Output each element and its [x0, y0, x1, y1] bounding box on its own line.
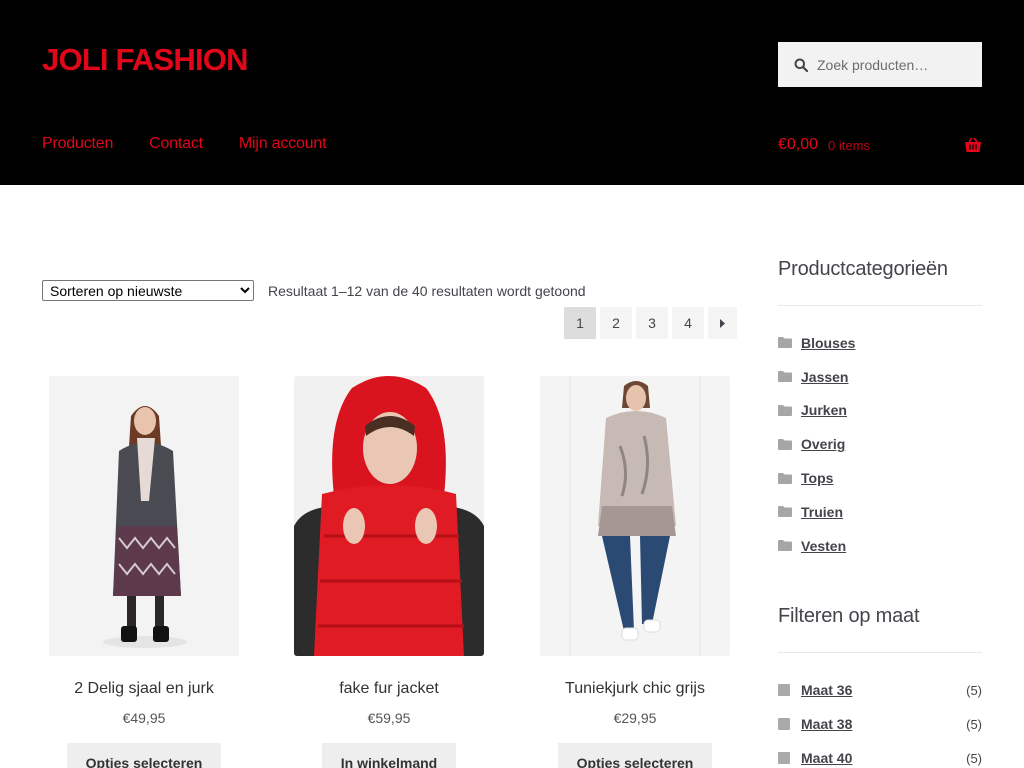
next-page-button[interactable] [708, 307, 737, 339]
sort-select[interactable]: Sorteren op nieuwste [42, 280, 254, 301]
nav-item-producten[interactable]: Producten [42, 135, 113, 153]
page-4[interactable]: 4 [672, 307, 704, 339]
category-link-tops[interactable]: Tops [801, 470, 833, 486]
size-count: (5) [966, 682, 982, 698]
product-card: Tuniekjurk chic grijs €29,95 Opties sele… [540, 376, 730, 768]
site-header: JOLI FASHION Producten Contact Mijn acco… [0, 0, 1024, 185]
product-name[interactable]: fake fur jacket [294, 680, 484, 698]
product-card: fake fur jacket €59,95 In winkelmand [294, 376, 484, 768]
size-count: (5) [966, 716, 982, 732]
folder-icon [778, 337, 792, 349]
nav-item-mijn-account[interactable]: Mijn account [239, 135, 327, 153]
product-name[interactable]: Tuniekjurk chic grijs [540, 680, 730, 698]
category-item: Tops [778, 461, 855, 495]
site-logo[interactable]: JOLI FASHION [42, 42, 249, 78]
category-item: Jurken [778, 394, 855, 428]
category-link-blouses[interactable]: Blouses [801, 335, 855, 351]
folder-icon [778, 438, 792, 450]
product-photo-sjaal-jurk [49, 376, 239, 656]
select-options-button[interactable]: Opties selecteren [66, 743, 222, 768]
size-count: (5) [966, 750, 982, 766]
size-filter-item: Maat 36 (5) [778, 673, 982, 707]
category-item: Blouses [778, 326, 855, 360]
categories-title: Productcategorieën [778, 258, 948, 280]
nav-item-contact[interactable]: Contact [149, 135, 203, 153]
pagination: 1 2 3 4 [564, 307, 741, 339]
folder-icon [778, 540, 792, 552]
product-image[interactable] [49, 376, 239, 656]
product-photo-tuniekjurk [540, 376, 730, 656]
size-filter-item: Maat 40 (5) [778, 741, 982, 768]
category-link-vesten[interactable]: Vesten [801, 538, 846, 554]
product-price: €49,95 [122, 710, 166, 726]
category-link-truien[interactable]: Truien [801, 504, 843, 520]
divider [778, 652, 982, 653]
shopping-basket-icon [965, 137, 981, 152]
header-cart[interactable]: €0,00 0 items [778, 136, 982, 154]
product-image[interactable] [294, 376, 484, 656]
product-price: €29,95 [613, 710, 657, 726]
product-card: 2 Delig sjaal en jurk €49,95 Opties sele… [49, 376, 239, 768]
cart-item-count: 0 items [828, 137, 870, 153]
category-list: Blouses Jassen Jurken Overig Tops Truien… [778, 326, 855, 563]
select-options-button[interactable]: Opties selecteren [557, 743, 713, 768]
caret-right-icon [720, 319, 725, 328]
size-link-38[interactable]: Maat 38 [801, 716, 852, 732]
category-link-jassen[interactable]: Jassen [801, 369, 848, 385]
category-item: Truien [778, 495, 855, 529]
divider [778, 305, 982, 306]
size-filter-item: Maat 38 (5) [778, 707, 982, 741]
product-image[interactable] [540, 376, 730, 656]
product-name[interactable]: 2 Delig sjaal en jurk [49, 680, 239, 698]
checkbox-square-icon[interactable] [778, 752, 790, 764]
checkbox-square-icon[interactable] [778, 718, 790, 730]
product-search[interactable] [778, 42, 982, 87]
size-link-36[interactable]: Maat 36 [801, 682, 852, 698]
search-icon [794, 58, 808, 72]
result-count: Resultaat 1–12 van de 40 resultaten word… [268, 283, 586, 299]
size-link-40[interactable]: Maat 40 [801, 750, 852, 766]
size-filter-title: Filteren op maat [778, 605, 920, 627]
folder-icon [778, 506, 792, 518]
folder-icon [778, 404, 792, 416]
page-3[interactable]: 3 [636, 307, 668, 339]
checkbox-square-icon[interactable] [778, 684, 790, 696]
page-1: 1 [564, 307, 596, 339]
folder-icon [778, 371, 792, 383]
cart-amount: €0,00 [778, 136, 819, 153]
size-filter-list: Maat 36 (5) Maat 38 (5) Maat 40 (5) [778, 673, 982, 768]
product-photo-fur-jacket [294, 376, 484, 656]
search-input[interactable] [817, 56, 967, 73]
category-link-overig[interactable]: Overig [801, 436, 845, 452]
category-item: Overig [778, 427, 855, 461]
page-2[interactable]: 2 [600, 307, 632, 339]
category-item: Vesten [778, 529, 855, 563]
add-to-cart-button[interactable]: In winkelmand [321, 743, 457, 768]
category-link-jurken[interactable]: Jurken [801, 402, 847, 418]
category-item: Jassen [778, 360, 855, 394]
folder-icon [778, 472, 792, 484]
primary-nav: Producten Contact Mijn account [42, 135, 362, 153]
product-price: €59,95 [367, 710, 411, 726]
